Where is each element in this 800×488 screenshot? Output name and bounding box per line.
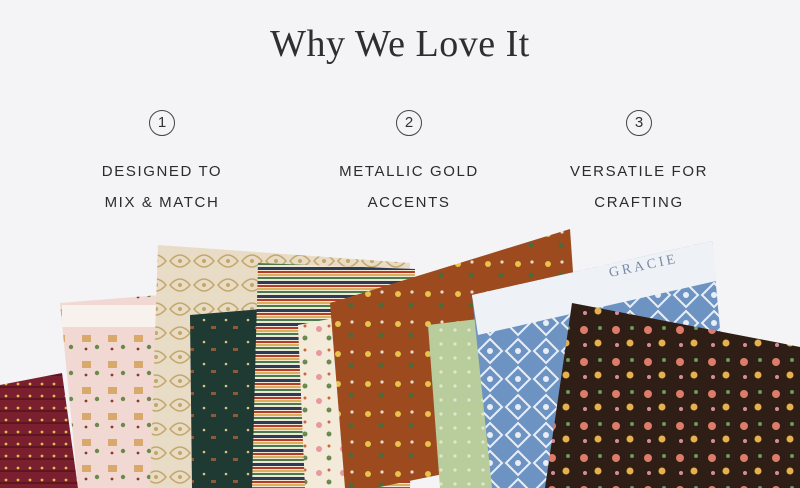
feature-label-line1: VERSATILE FOR xyxy=(569,163,709,180)
page-title: Why We Love It xyxy=(270,23,530,65)
feature-number-badge: 3 xyxy=(626,110,652,136)
fabric-stack-image: GRACIE xyxy=(0,229,800,488)
feature-number-badge: 2 xyxy=(396,110,422,136)
feature-number-badge: 1 xyxy=(149,110,175,136)
feature-versatile: 3 VERSATILE FOR CRAFTING xyxy=(539,110,739,218)
fabric-burgundy xyxy=(0,373,78,488)
feature-metallic-gold: 2 METALLIC GOLD ACCENTS xyxy=(309,110,509,218)
feature-label-line1: DESIGNED TO xyxy=(101,163,223,180)
fabric-chocolate-floral xyxy=(545,303,800,488)
feature-label-line2: CRAFTING xyxy=(594,194,684,211)
feature-label-line2: ACCENTS xyxy=(367,194,451,211)
feature-label-line1: METALLIC GOLD xyxy=(339,163,479,180)
feature-mix-match: 1 DESIGNED TO MIX & MATCH xyxy=(62,110,262,218)
feature-label-line2: MIX & MATCH xyxy=(104,194,220,211)
